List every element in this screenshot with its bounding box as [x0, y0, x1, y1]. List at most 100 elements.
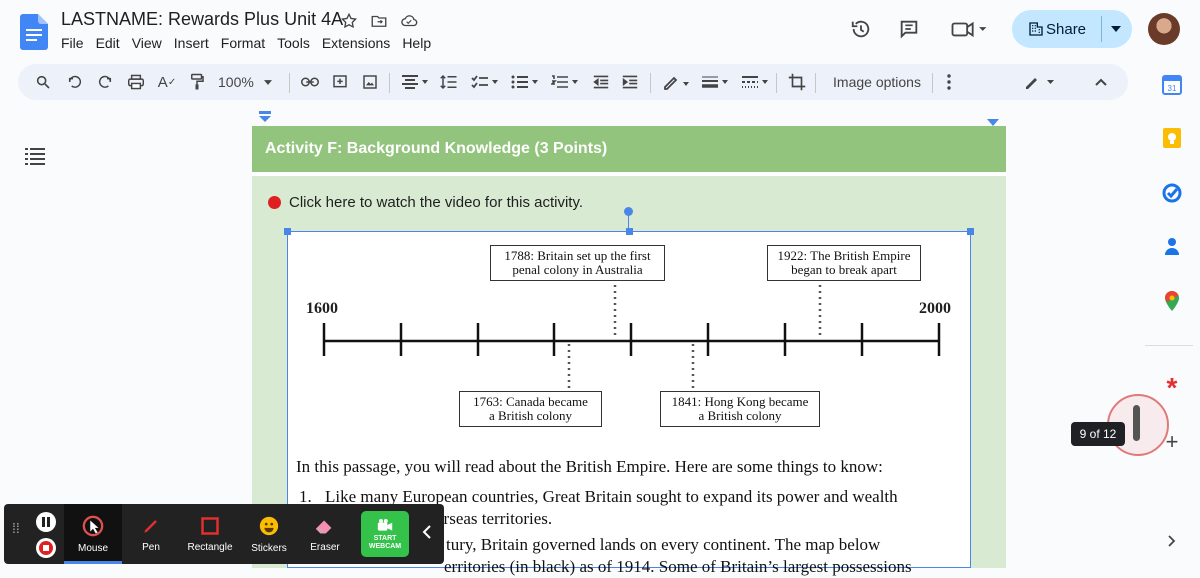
spellcheck-icon[interactable]: A ✓ — [156, 64, 178, 100]
collapse-toolbar-chevron-icon[interactable] — [422, 524, 432, 543]
rectangle-icon — [201, 516, 219, 535]
search-menus-icon[interactable] — [32, 64, 54, 100]
expand-side-panel-chevron-icon[interactable] — [1160, 529, 1184, 553]
eraser-icon — [315, 520, 332, 533]
stickers-tool-button[interactable]: Stickers — [244, 504, 294, 564]
border-weight-icon[interactable] — [698, 64, 732, 100]
version-history-icon[interactable] — [844, 13, 878, 45]
checklist-icon[interactable] — [468, 64, 502, 100]
meet-video-icon[interactable] — [944, 13, 994, 45]
menu-file[interactable]: File — [61, 35, 84, 51]
line-spacing-icon[interactable] — [438, 64, 460, 100]
timeline-event-1922: 1922: The British Empire began to break … — [767, 245, 921, 281]
recorder-toolbar: ⁞⁞ Mouse Pen Rectangle Stickers Eraser S… — [4, 504, 444, 564]
image-options-label: Image options — [833, 74, 921, 90]
share-dropdown-icon[interactable] — [1111, 25, 1121, 33]
rectangle-tool-button[interactable]: Rectangle — [182, 504, 238, 564]
image-options-button[interactable]: Image options — [824, 64, 930, 100]
menu-view[interactable]: View — [132, 35, 162, 51]
undo-icon[interactable] — [64, 64, 86, 100]
timeline-event-1763: 1763: Canada became a British colony — [459, 391, 602, 427]
timeline-event-1841: 1841: Hong Kong became a British colony — [660, 391, 820, 427]
menu-extensions[interactable]: Extensions — [322, 35, 390, 51]
keep-icon[interactable] — [1160, 126, 1184, 150]
border-dash-icon[interactable] — [738, 64, 772, 100]
collapse-menus-icon[interactable] — [1090, 64, 1112, 100]
menu-bar: File Edit View Insert Format Tools Exten… — [61, 35, 443, 51]
bulleted-list-icon[interactable] — [508, 64, 542, 100]
activity-heading: Activity F: Background Knowledge (3 Poin… — [252, 126, 1006, 172]
webcam-icon — [377, 518, 393, 531]
numbered-list-icon[interactable] — [548, 64, 582, 100]
stop-icon[interactable] — [36, 538, 56, 558]
mouse-tool-button[interactable]: Mouse — [64, 504, 122, 564]
resize-handle[interactable] — [967, 228, 974, 235]
add-comment-icon[interactable] — [329, 64, 351, 100]
calendar-icon[interactable]: 31 — [1160, 73, 1184, 97]
menu-format[interactable]: Format — [221, 35, 265, 51]
decrease-indent-icon[interactable] — [590, 64, 612, 100]
insert-link-icon[interactable] — [298, 64, 322, 100]
scrollbar-thumb[interactable] — [1133, 405, 1140, 441]
pen-tool-button[interactable]: Pen — [126, 504, 176, 564]
maps-icon[interactable] — [1160, 289, 1184, 313]
page-counter: 9 of 12 — [1071, 422, 1125, 446]
video-link-text[interactable]: Click here to watch the video for this a… — [289, 194, 583, 211]
addon-asterisk-icon[interactable]: * — [1160, 372, 1184, 403]
menu-edit[interactable]: Edit — [96, 35, 120, 51]
insert-image-icon[interactable] — [359, 64, 381, 100]
share-button[interactable]: Share — [1012, 10, 1132, 48]
eraser-label: Eraser — [310, 541, 340, 553]
crop-icon[interactable] — [785, 64, 809, 100]
pen-icon — [144, 519, 157, 533]
timeline-start-label: 1600 — [306, 300, 338, 317]
timeline-end-label: 2000 — [919, 300, 951, 317]
avatar[interactable] — [1148, 13, 1180, 45]
chevron-down-icon — [263, 79, 272, 85]
pen-label: Pen — [142, 541, 160, 553]
align-center-icon[interactable] — [398, 64, 432, 100]
building-icon — [1029, 22, 1043, 36]
side-panel-divider — [1145, 345, 1193, 346]
mouse-cursor-icon — [82, 515, 104, 536]
menu-help[interactable]: Help — [402, 35, 431, 51]
border-color-icon[interactable] — [659, 64, 693, 100]
more-options-icon[interactable] — [940, 64, 958, 100]
star-icon[interactable] — [339, 11, 359, 31]
webcam-label-line2: WEBCAM — [368, 542, 402, 550]
zoom-select[interactable]: 100% — [218, 64, 288, 100]
contacts-icon[interactable] — [1160, 235, 1184, 259]
comments-icon[interactable] — [892, 13, 926, 45]
editing-mode-icon[interactable] — [1022, 64, 1058, 100]
outline-icon[interactable] — [25, 147, 45, 170]
tasks-icon[interactable] — [1160, 181, 1184, 205]
webcam-label-line1: START — [373, 534, 397, 542]
start-webcam-button[interactable]: START WEBCAM — [361, 511, 409, 557]
print-icon[interactable] — [124, 64, 148, 100]
stickers-label: Stickers — [251, 542, 287, 554]
cloud-saved-icon[interactable] — [399, 11, 419, 31]
pause-icon[interactable] — [36, 512, 56, 532]
passage-intro: In this passage, you will read about the… — [296, 457, 883, 476]
document-title[interactable]: LASTNAME: Rewards Plus Unit 4A — [61, 9, 343, 30]
drag-handle-icon[interactable]: ⁞⁞ — [12, 521, 20, 535]
video-link-line[interactable]: Click here to watch the video for this a… — [268, 194, 583, 211]
paint-format-icon[interactable] — [186, 64, 208, 100]
svg-text:31: 31 — [1168, 84, 1177, 93]
redo-icon[interactable] — [94, 64, 116, 100]
rotate-handle[interactable] — [624, 207, 633, 216]
menu-insert[interactable]: Insert — [174, 35, 209, 51]
increase-indent-icon[interactable] — [619, 64, 641, 100]
timeline-event-1788: 1788: Britain set up the first penal col… — [490, 245, 665, 281]
zoom-value: 100% — [218, 74, 254, 90]
menu-tools[interactable]: Tools — [277, 35, 310, 51]
move-to-folder-icon[interactable] — [369, 11, 389, 31]
share-label: Share — [1046, 20, 1087, 38]
docs-logo-icon[interactable] — [20, 14, 48, 50]
sticker-smiley-icon — [259, 516, 279, 535]
mouse-label: Mouse — [77, 542, 108, 554]
rectangle-label: Rectangle — [187, 541, 233, 553]
eraser-tool-button[interactable]: Eraser — [300, 504, 350, 564]
resize-handle[interactable] — [284, 228, 291, 235]
formatting-toolbar: A ✓ 100% Image options — [18, 64, 1128, 100]
